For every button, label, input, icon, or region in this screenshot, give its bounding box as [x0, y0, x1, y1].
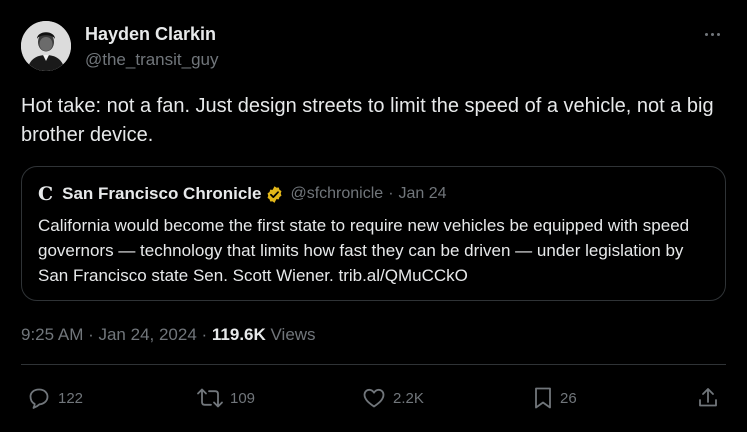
share-button[interactable] [696, 386, 720, 410]
quoted-tweet-header: C San Francisco Chronicle @sfchronicle ·… [38, 184, 447, 204]
repost-icon [197, 388, 223, 408]
quoted-author-handle: @sfchronicle [290, 185, 384, 202]
views-count: 119.6K [211, 325, 266, 344]
repost-button[interactable]: 109 [196, 386, 255, 410]
bookmark-icon [535, 387, 551, 409]
like-button[interactable]: 2.2K [361, 386, 424, 410]
heart-icon [363, 388, 385, 408]
reply-count: 122 [58, 389, 84, 407]
author-name[interactable]: Hayden Clarkin [85, 24, 216, 45]
more-options-icon[interactable] [700, 24, 724, 44]
repost-count: 109 [230, 389, 256, 407]
reply-button[interactable]: 122 [26, 386, 83, 410]
quoted-tweet-text: California would become the first state … [38, 216, 690, 285]
timestamp[interactable]: 9:25 AM · Jan 24, 2024 · [21, 325, 212, 344]
divider [21, 364, 726, 365]
like-count: 2.2K [393, 389, 424, 407]
chronicle-logo-icon: C [38, 183, 54, 205]
avatar[interactable] [21, 21, 71, 71]
share-icon [699, 388, 717, 407]
tweet-meta: 9:25 AM · Jan 24, 2024 · 119.6K Views [21, 325, 316, 345]
views-label: Views [265, 325, 316, 344]
avatar-image [21, 21, 71, 71]
bookmark-button[interactable]: 26 [532, 386, 577, 410]
separator-dot: · [388, 185, 394, 202]
quoted-date: Jan 24 [398, 185, 447, 202]
verified-badge-icon [265, 185, 284, 204]
reply-icon [29, 388, 49, 409]
tweet-text: Hot take: not a fan. Just design streets… [21, 95, 714, 146]
bookmark-count: 26 [560, 389, 577, 407]
quoted-tweet[interactable]: C San Francisco Chronicle @sfchronicle ·… [21, 166, 726, 301]
quoted-author-name: San Francisco Chronicle [62, 184, 262, 203]
author-handle[interactable]: @the_transit_guy [85, 50, 219, 70]
